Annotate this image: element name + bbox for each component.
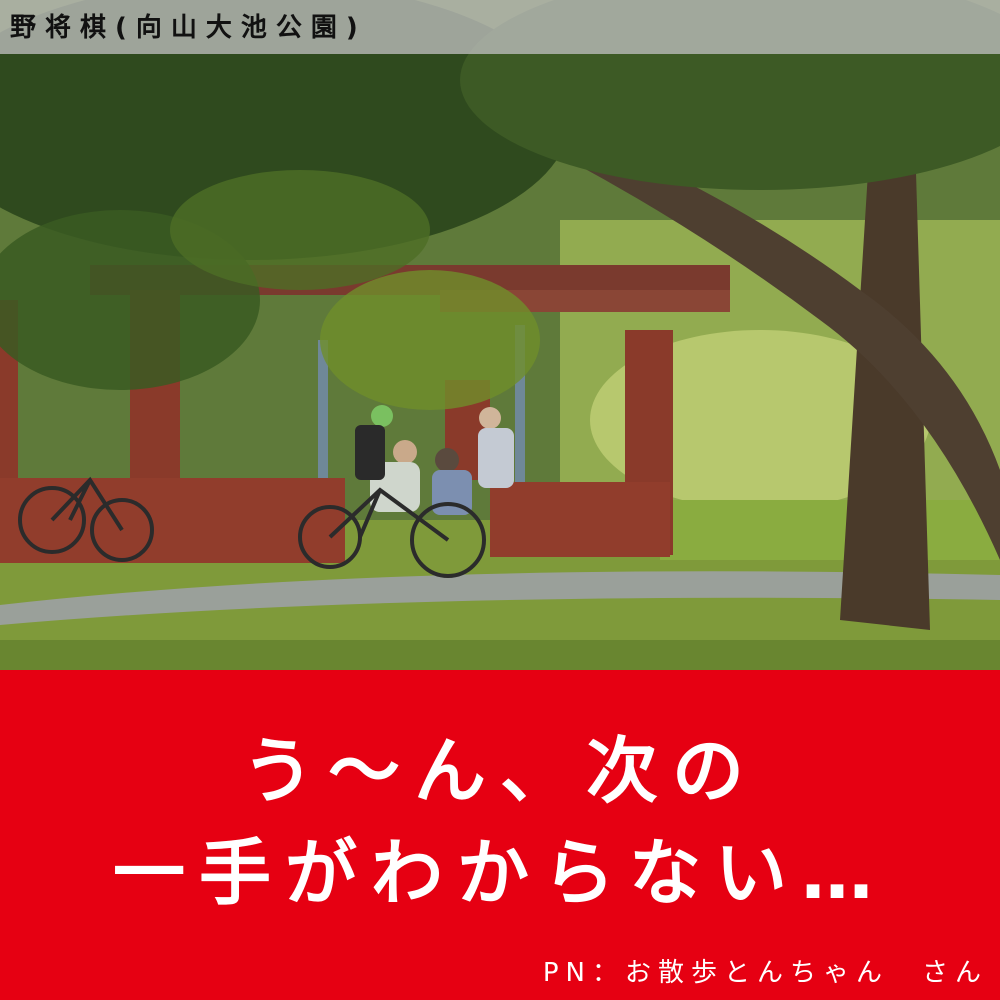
grass-shadow bbox=[0, 640, 1000, 670]
leaf-cluster bbox=[170, 170, 430, 290]
person-head bbox=[479, 407, 501, 429]
headline-line-2: 一手がわからない… bbox=[112, 831, 887, 915]
park-scene bbox=[0, 0, 1000, 670]
caption-bar: 野将棋(向山大池公園) bbox=[0, 0, 1000, 54]
person-head bbox=[393, 440, 417, 464]
photo-caption: 野将棋(向山大池公園) bbox=[10, 13, 367, 43]
back-lawn bbox=[660, 500, 1000, 560]
headline-line-1: う～ん、次の bbox=[241, 729, 758, 813]
brick-wall-right bbox=[490, 482, 670, 557]
park-photo bbox=[0, 0, 1000, 670]
green-cap bbox=[371, 405, 393, 427]
person-head bbox=[435, 448, 459, 472]
person-standing bbox=[478, 428, 514, 488]
pen-name-credit: PN：お散歩とんちゃん さん bbox=[542, 958, 988, 988]
leaf-cluster bbox=[320, 270, 540, 410]
person-standing bbox=[355, 425, 385, 480]
